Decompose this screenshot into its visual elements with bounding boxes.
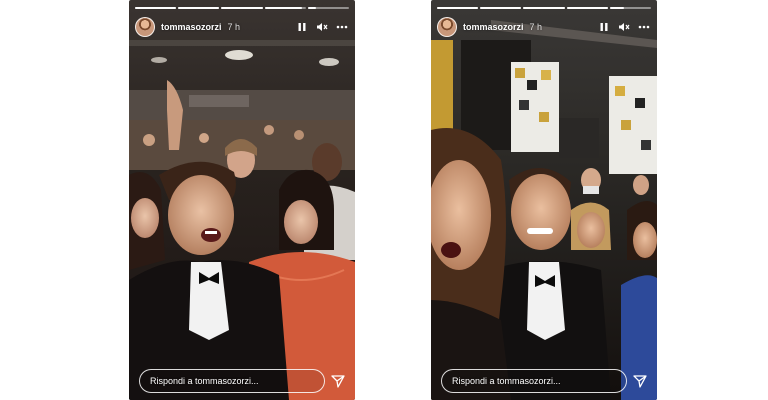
reply-placeholder: Rispondi a tommasozorzi... [150,376,259,386]
time-ago: 7 h [227,22,241,32]
progress-segment [307,7,350,9]
story-right[interactable]: tommasozorzi 7 h Rispondi a tommasozorzi… [431,0,657,400]
more-icon[interactable] [335,20,349,34]
progress-segment [178,7,220,9]
progress-segment [437,7,479,9]
mute-icon[interactable] [315,20,329,34]
reply-input[interactable]: Rispondi a tommasozorzi... [139,369,325,393]
send-icon[interactable] [632,373,648,389]
story-photo-left [129,0,355,400]
progress-segment [264,7,306,9]
story-photo-right [431,0,657,400]
pause-icon[interactable] [295,20,309,34]
story-progress-bar [135,7,350,9]
reply-placeholder: Rispondi a tommasozorzi... [452,376,561,386]
time-ago: 7 h [529,22,543,32]
story-left[interactable]: tommasozorzi 7 h Rispondi a tommasozorzi… [129,0,355,400]
avatar[interactable] [437,17,457,37]
progress-segment [566,7,608,9]
username[interactable]: tommasozorzi [161,22,222,32]
story-progress-bar [437,7,652,9]
progress-segment [523,7,565,9]
story-header: tommasozorzi 7 h [135,14,349,40]
mute-icon[interactable] [617,20,631,34]
reply-input[interactable]: Rispondi a tommasozorzi... [441,369,627,393]
progress-segment [221,7,263,9]
progress-segment [480,7,522,9]
progress-segment [609,7,652,9]
username[interactable]: tommasozorzi [463,22,524,32]
more-icon[interactable] [637,20,651,34]
progress-segment [135,7,177,9]
story-header: tommasozorzi 7 h [437,14,651,40]
send-icon[interactable] [330,373,346,389]
pause-icon[interactable] [597,20,611,34]
avatar[interactable] [135,17,155,37]
